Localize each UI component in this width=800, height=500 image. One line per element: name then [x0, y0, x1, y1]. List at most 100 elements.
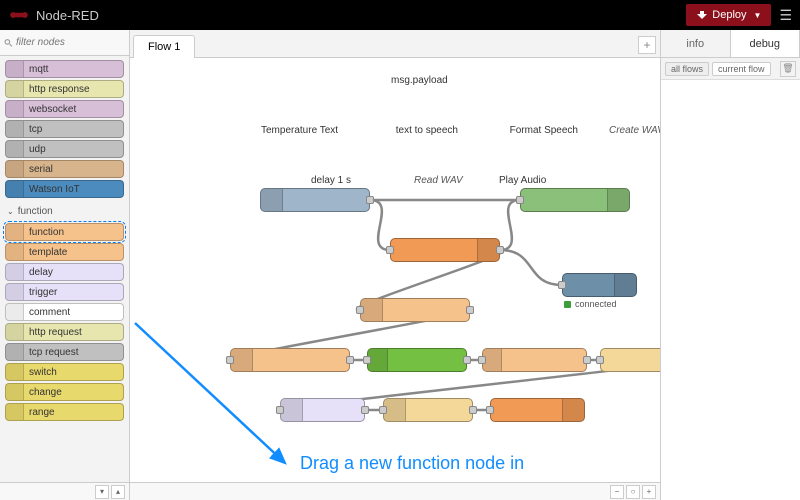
node-label: Play Audio	[491, 175, 562, 482]
palette-node-serial[interactable]: serial	[5, 160, 124, 178]
palette-node-switch[interactable]: switch	[5, 363, 124, 381]
node-label: trigger	[24, 287, 57, 298]
palette-category-function[interactable]: ⌄ function	[5, 200, 124, 221]
node-label: switch	[24, 367, 57, 378]
palette-node-range[interactable]: range	[5, 403, 124, 421]
node-icon	[6, 404, 24, 420]
canvas[interactable]: timestampmsg.payloadgetCPUtempmsg.payloa…	[130, 58, 660, 482]
node-label: delay 1 s	[303, 175, 364, 482]
debug-clear-button[interactable]: 🗑	[780, 61, 796, 77]
palette-node-change[interactable]: change	[5, 383, 124, 401]
workspace-tabs: Flow 1 +	[130, 30, 660, 58]
node-label: change	[24, 387, 62, 398]
input-port[interactable]	[478, 356, 486, 364]
workspace-footer: − ○ +	[130, 482, 660, 500]
deploy-button[interactable]: Deploy ▼	[686, 4, 771, 26]
node-label: websocket	[24, 104, 76, 115]
node-icon	[6, 81, 24, 97]
app-logo	[8, 7, 30, 23]
add-flow-button[interactable]: +	[638, 36, 656, 54]
node-icon	[384, 399, 406, 421]
workspace: Flow 1 + timestampmsg.payloadgetCPUtempm…	[130, 30, 660, 500]
palette-node-trigger[interactable]: trigger	[5, 283, 124, 301]
node-icon	[6, 324, 24, 340]
palette-filter[interactable]	[0, 30, 129, 56]
palette-node-http-request[interactable]: http request	[5, 323, 124, 341]
palette-node-comment[interactable]: comment	[5, 303, 124, 321]
input-port[interactable]	[363, 356, 371, 364]
debug-all-flows-button[interactable]: all flows	[665, 62, 709, 76]
palette-expand-button[interactable]: ▴	[111, 485, 125, 499]
palette-footer: ▾ ▴	[0, 482, 129, 500]
zoom-out-button[interactable]: −	[610, 485, 624, 499]
sidebar-tab-info[interactable]: info	[661, 30, 731, 57]
sidebar-tab-debug[interactable]: debug	[731, 30, 800, 57]
node-icon	[6, 284, 24, 300]
zoom-in-button[interactable]: +	[642, 485, 656, 499]
node-icon	[6, 264, 24, 280]
flow-node-playaudio[interactable]: Play Audio	[490, 398, 585, 422]
debug-filter-bar: all flows current flow 🗑	[661, 58, 800, 80]
node-icon	[6, 121, 24, 137]
palette-node-delay[interactable]: delay	[5, 263, 124, 281]
node-label: http request	[24, 327, 82, 338]
node-icon	[6, 101, 24, 117]
palette-node-udp[interactable]: udp	[5, 140, 124, 158]
node-label: template	[24, 247, 67, 258]
node-icon	[6, 244, 24, 260]
deploy-label: Deploy	[712, 9, 746, 21]
input-port[interactable]	[486, 406, 494, 414]
chevron-down-icon: ▼	[754, 11, 762, 20]
debug-current-flow-button[interactable]: current flow	[712, 62, 771, 76]
output-port[interactable]	[361, 406, 369, 414]
category-label: function	[18, 206, 53, 217]
input-port[interactable]	[226, 356, 234, 364]
palette-node-function[interactable]: function	[5, 223, 124, 241]
palette-collapse-button[interactable]: ▾	[95, 485, 109, 499]
output-port[interactable]	[583, 356, 591, 364]
node-icon	[6, 344, 24, 360]
input-port[interactable]	[596, 356, 604, 364]
flow-node-createwav[interactable]: Create WAV	[600, 348, 660, 372]
flow-node-delay1s[interactable]: delay 1 s	[280, 398, 365, 422]
palette-node-tcp-request[interactable]: tcp request	[5, 343, 124, 361]
palette-node-websocket[interactable]: websocket	[5, 100, 124, 118]
palette-node-tcp[interactable]: tcp	[5, 120, 124, 138]
node-icon	[6, 364, 24, 380]
node-label: tcp request	[24, 347, 78, 358]
node-label: udp	[24, 144, 46, 155]
palette-node-Watson-IoT[interactable]: Watson IoT	[5, 180, 124, 198]
deploy-icon	[696, 10, 708, 20]
node-icon	[562, 399, 584, 421]
node-label: range	[24, 407, 55, 418]
filter-input[interactable]	[16, 37, 125, 48]
output-port[interactable]	[366, 196, 374, 204]
palette-node-mqtt[interactable]: mqtt	[5, 60, 124, 78]
hamburger-menu-button[interactable]: ☰	[779, 7, 792, 24]
palette-node-http-response[interactable]: http response	[5, 80, 124, 98]
input-port[interactable]	[379, 406, 387, 414]
node-icon	[6, 61, 24, 77]
tab-flow1[interactable]: Flow 1	[133, 35, 195, 58]
node-icon	[6, 161, 24, 177]
output-port[interactable]	[469, 406, 477, 414]
node-label: serial	[24, 164, 53, 175]
palette: mqtt http response websocket tcp udp serial Wa…	[0, 30, 130, 500]
node-icon	[281, 399, 303, 421]
status-indicator	[564, 301, 571, 308]
sidebar: info debug all flows current flow 🗑	[660, 30, 800, 500]
flow-node-readwav[interactable]: Read WAV	[383, 398, 473, 422]
node-label: http response	[24, 84, 90, 95]
node-label: comment	[24, 307, 70, 318]
node-label: tcp	[24, 124, 42, 135]
palette-scroll[interactable]: mqtt http response websocket tcp udp serial Wa…	[0, 56, 129, 482]
node-label: function	[24, 227, 64, 238]
input-port[interactable]	[276, 406, 284, 414]
palette-node-template[interactable]: template	[5, 243, 124, 261]
node-icon	[361, 299, 383, 321]
sidebar-tabs: info debug	[661, 30, 800, 58]
node-label: Read WAV	[406, 175, 472, 482]
zoom-reset-button[interactable]: ○	[626, 485, 640, 499]
node-icon	[6, 224, 24, 240]
app-title: Node-RED	[36, 8, 99, 23]
